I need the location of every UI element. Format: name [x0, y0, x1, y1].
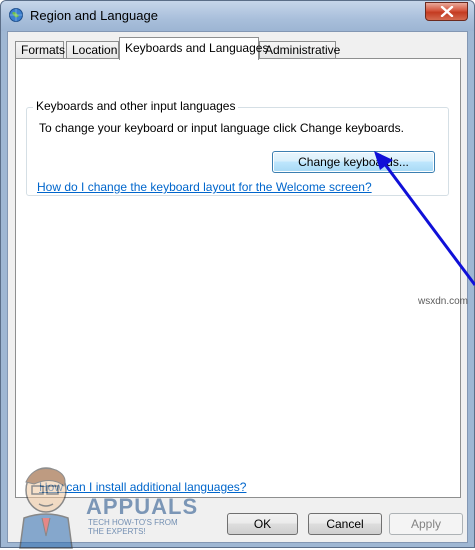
cancel-button[interactable]: Cancel — [308, 513, 382, 535]
change-keyboards-button[interactable]: Change keyboards... — [272, 151, 435, 173]
tab-location[interactable]: Location — [66, 41, 119, 59]
ok-button[interactable]: OK — [227, 513, 298, 535]
group-description: To change your keyboard or input languag… — [39, 121, 404, 135]
globe-icon — [9, 8, 23, 22]
tab-formats[interactable]: Formats — [15, 41, 65, 59]
title-bar[interactable]: Region and Language — [1, 1, 474, 31]
site-watermark: wsxdn.com — [418, 296, 469, 307]
watermark-brand: APPUALS — [86, 494, 199, 519]
keyboards-tab-panel: Keyboards and other input languages To c… — [15, 58, 461, 498]
tab-keyboards-and-languages[interactable]: Keyboards and Languages — [119, 37, 268, 60]
welcome-screen-keyboard-help-link[interactable]: How do I change the keyboard layout for … — [37, 180, 372, 194]
group-title: Keyboards and other input languages — [33, 99, 239, 113]
close-button[interactable] — [425, 2, 468, 21]
appuals-mascot-logo — [19, 467, 73, 549]
apply-button[interactable]: Apply — [389, 513, 463, 535]
watermark-tagline: TECH HOW-TO'S FROM THE EXPERTS! — [88, 518, 178, 536]
close-icon — [440, 6, 454, 17]
window-title: Region and Language — [30, 8, 158, 23]
keyboards-groupbox: Keyboards and other input languages To c… — [26, 99, 449, 196]
tab-administrative[interactable]: Administrative — [259, 41, 340, 59]
